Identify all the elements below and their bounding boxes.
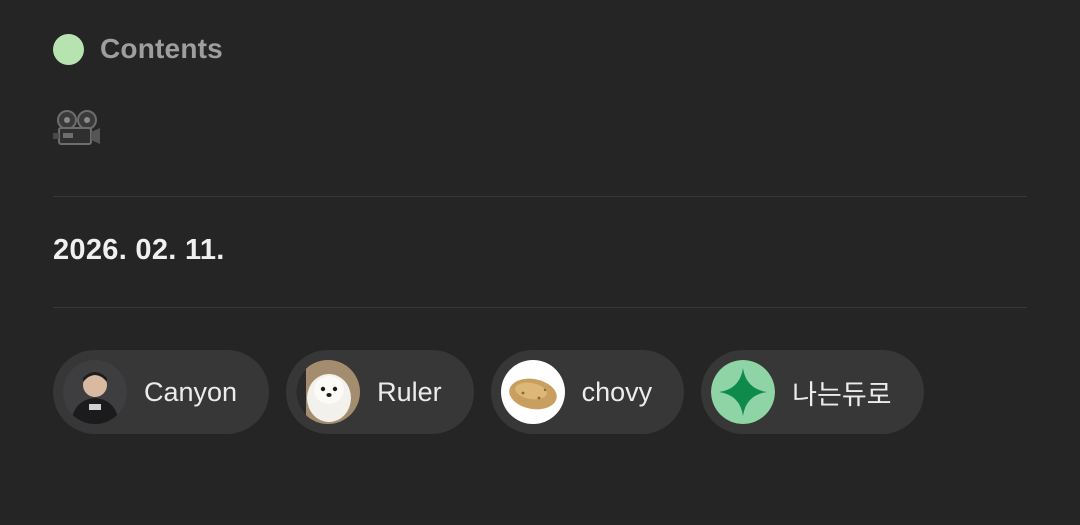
section-title: Contents	[100, 33, 223, 64]
person-chip-naneunduro[interactable]: 나는듀로	[701, 350, 924, 434]
avatar	[500, 360, 565, 424]
divider	[53, 307, 1027, 308]
person-chip-chovy[interactable]: chovy	[490, 350, 685, 434]
person-chip-canyon[interactable]: Canyon	[53, 350, 270, 434]
person-name: Canyon	[144, 376, 238, 407]
person-name: Ruler	[377, 376, 442, 407]
person-name: 나는듀로	[792, 379, 892, 410]
sparkle-icon	[711, 360, 776, 424]
entry-date: 2026. 02. 11.	[53, 234, 225, 266]
section-header: Contents	[53, 32, 223, 66]
status-dot	[53, 33, 84, 65]
movie-camera-icon	[53, 108, 101, 148]
avatar	[296, 360, 361, 424]
person-chip-ruler[interactable]: Ruler	[286, 350, 474, 434]
person-name: chovy	[581, 376, 653, 407]
avatar	[63, 360, 127, 424]
people-list: Canyon Ruler chovy 나는듀로	[53, 350, 924, 434]
divider	[53, 196, 1027, 197]
